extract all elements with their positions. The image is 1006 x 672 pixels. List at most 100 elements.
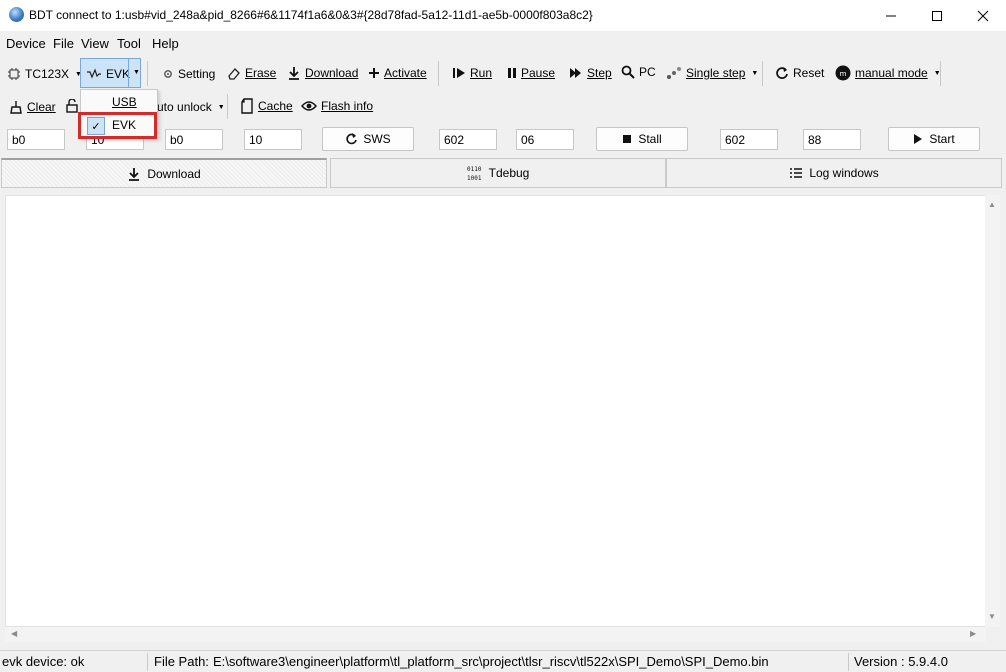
document-icon [241,98,253,114]
chevron-down-icon: ▼ [751,69,759,77]
minimize-icon [886,15,896,16]
broom-icon [10,101,22,114]
activate-button[interactable]: Activate [368,66,427,80]
activate-label: Activate [384,66,427,80]
menu-help[interactable]: Help [152,36,179,51]
mode-dropdown-menu: USB ✓ EVK [78,89,158,139]
title-bar: BDT connect to 1:usb#vid_248a&pid_8266#6… [0,0,1006,31]
download-log-area[interactable] [5,195,986,627]
stall-label: Stall [638,132,662,146]
svg-text:m: m [840,70,847,78]
start-button[interactable]: Start [888,127,980,151]
maximize-button[interactable] [914,0,960,31]
menu-device[interactable]: Device [6,36,46,51]
minimize-button[interactable] [868,0,914,31]
reg2-value-input[interactable] [803,129,861,150]
setting-button[interactable]: Setting [162,67,215,81]
single-step-label: Single step [686,66,746,80]
val2-input[interactable] [244,129,302,150]
reg1-value-input[interactable] [516,129,574,150]
chip-selector[interactable]: TC123X ▼ [7,67,82,81]
eye-icon [301,101,317,111]
download-button[interactable]: Download [287,66,358,80]
pause-button[interactable]: Pause [507,66,555,80]
tab-tdebug[interactable]: 0110 1001 Tdebug [330,158,666,188]
run-button[interactable]: Run [452,66,492,80]
download-icon [289,67,299,80]
setting-label: Setting [178,67,216,81]
eraser-icon [228,68,240,80]
erase-button[interactable]: Erase [227,66,276,80]
combo-divider [128,59,129,87]
menu-bar: Device File View Tool Help [0,31,1006,56]
erase-label: Erase [245,66,277,80]
dropdown-item-usb[interactable]: USB [81,91,157,113]
reset-icon [776,67,788,79]
toolbar-separator [147,61,148,86]
window-title: BDT connect to 1:usb#vid_248a&pid_8266#6… [29,8,593,22]
mode-combo[interactable]: EVK ▼ [80,58,141,88]
reg1-input[interactable] [439,129,497,150]
scroll-right-icon[interactable]: ▶ [970,630,976,638]
maximize-icon [932,10,942,21]
refresh-icon [346,133,358,145]
plus-icon [369,68,379,78]
run-label: Run [470,66,493,80]
chevron-down-icon[interactable]: ▼ [133,69,140,76]
single-step-icon [667,67,681,79]
svg-text:0110: 0110 [467,166,482,173]
reg2-input[interactable] [720,129,778,150]
toolbar-separator [438,61,439,86]
flash-info-label: Flash info [321,99,374,113]
tab-tdebug-label: Tdebug [488,166,530,180]
toolbar-separator [762,61,763,86]
tab-log-windows-label: Log windows [809,166,879,180]
scroll-up-icon[interactable]: ▲ [988,201,996,209]
flash-info-button[interactable]: Flash info [301,99,373,113]
start-label: Start [929,132,955,146]
reset-label: Reset [793,66,825,80]
horizontal-scrollbar[interactable]: ◀ ▶ [5,627,986,642]
unlock-icon-button[interactable] [66,99,78,113]
status-divider [147,653,148,671]
step-button[interactable]: Step [569,66,612,80]
manual-mode-icon: m [835,65,851,81]
auto-unlock-dropdown[interactable]: uto unlock ▼ [157,100,225,114]
close-icon [977,10,989,21]
stall-button[interactable]: Stall [596,127,688,151]
sws-button[interactable]: SWS [322,127,414,151]
dropdown-item-label: USB [112,95,137,109]
tab-log-windows[interactable]: Log windows [666,158,1002,188]
cache-button[interactable]: Cache [240,98,293,114]
single-step-dropdown[interactable]: Single step ▼ [666,66,758,80]
scroll-down-icon[interactable]: ▼ [988,613,996,621]
addr2-input[interactable] [165,129,223,150]
svg-text:1001: 1001 [467,175,482,181]
pc-label: PC [639,65,656,79]
clear-button[interactable]: Clear [9,100,56,114]
list-icon [790,168,803,178]
stop-icon [623,135,632,143]
close-button[interactable] [960,0,1006,31]
wave-icon [87,68,101,79]
menu-file[interactable]: File [53,36,74,51]
download-icon [129,167,140,181]
vertical-scrollbar[interactable]: ▲ ▼ [985,195,1000,627]
file-path-value: E:\software3\engineer\platform\tl_platfo… [213,654,769,669]
pc-button[interactable]: PC [621,65,656,79]
main-toolbar: TC123X ▼ EVK ▼ Setting Erase Download Ac… [0,57,1006,90]
menu-tool[interactable]: Tool [117,36,141,51]
tab-download[interactable]: Download [1,158,327,188]
toolbar-separator [940,61,941,86]
auto-unlock-label: uto unlock [157,100,212,114]
search-icon [621,65,635,79]
scroll-left-icon[interactable]: ◀ [11,630,17,638]
download-label: Download [305,66,359,80]
pause-icon [508,68,516,78]
addr1-input[interactable] [7,129,65,150]
status-divider [848,653,849,671]
menu-view[interactable]: View [81,36,109,51]
reset-button[interactable]: Reset [775,66,824,80]
app-globe-icon [9,7,24,22]
manual-mode-dropdown[interactable]: m manual mode ▼ [835,65,941,81]
